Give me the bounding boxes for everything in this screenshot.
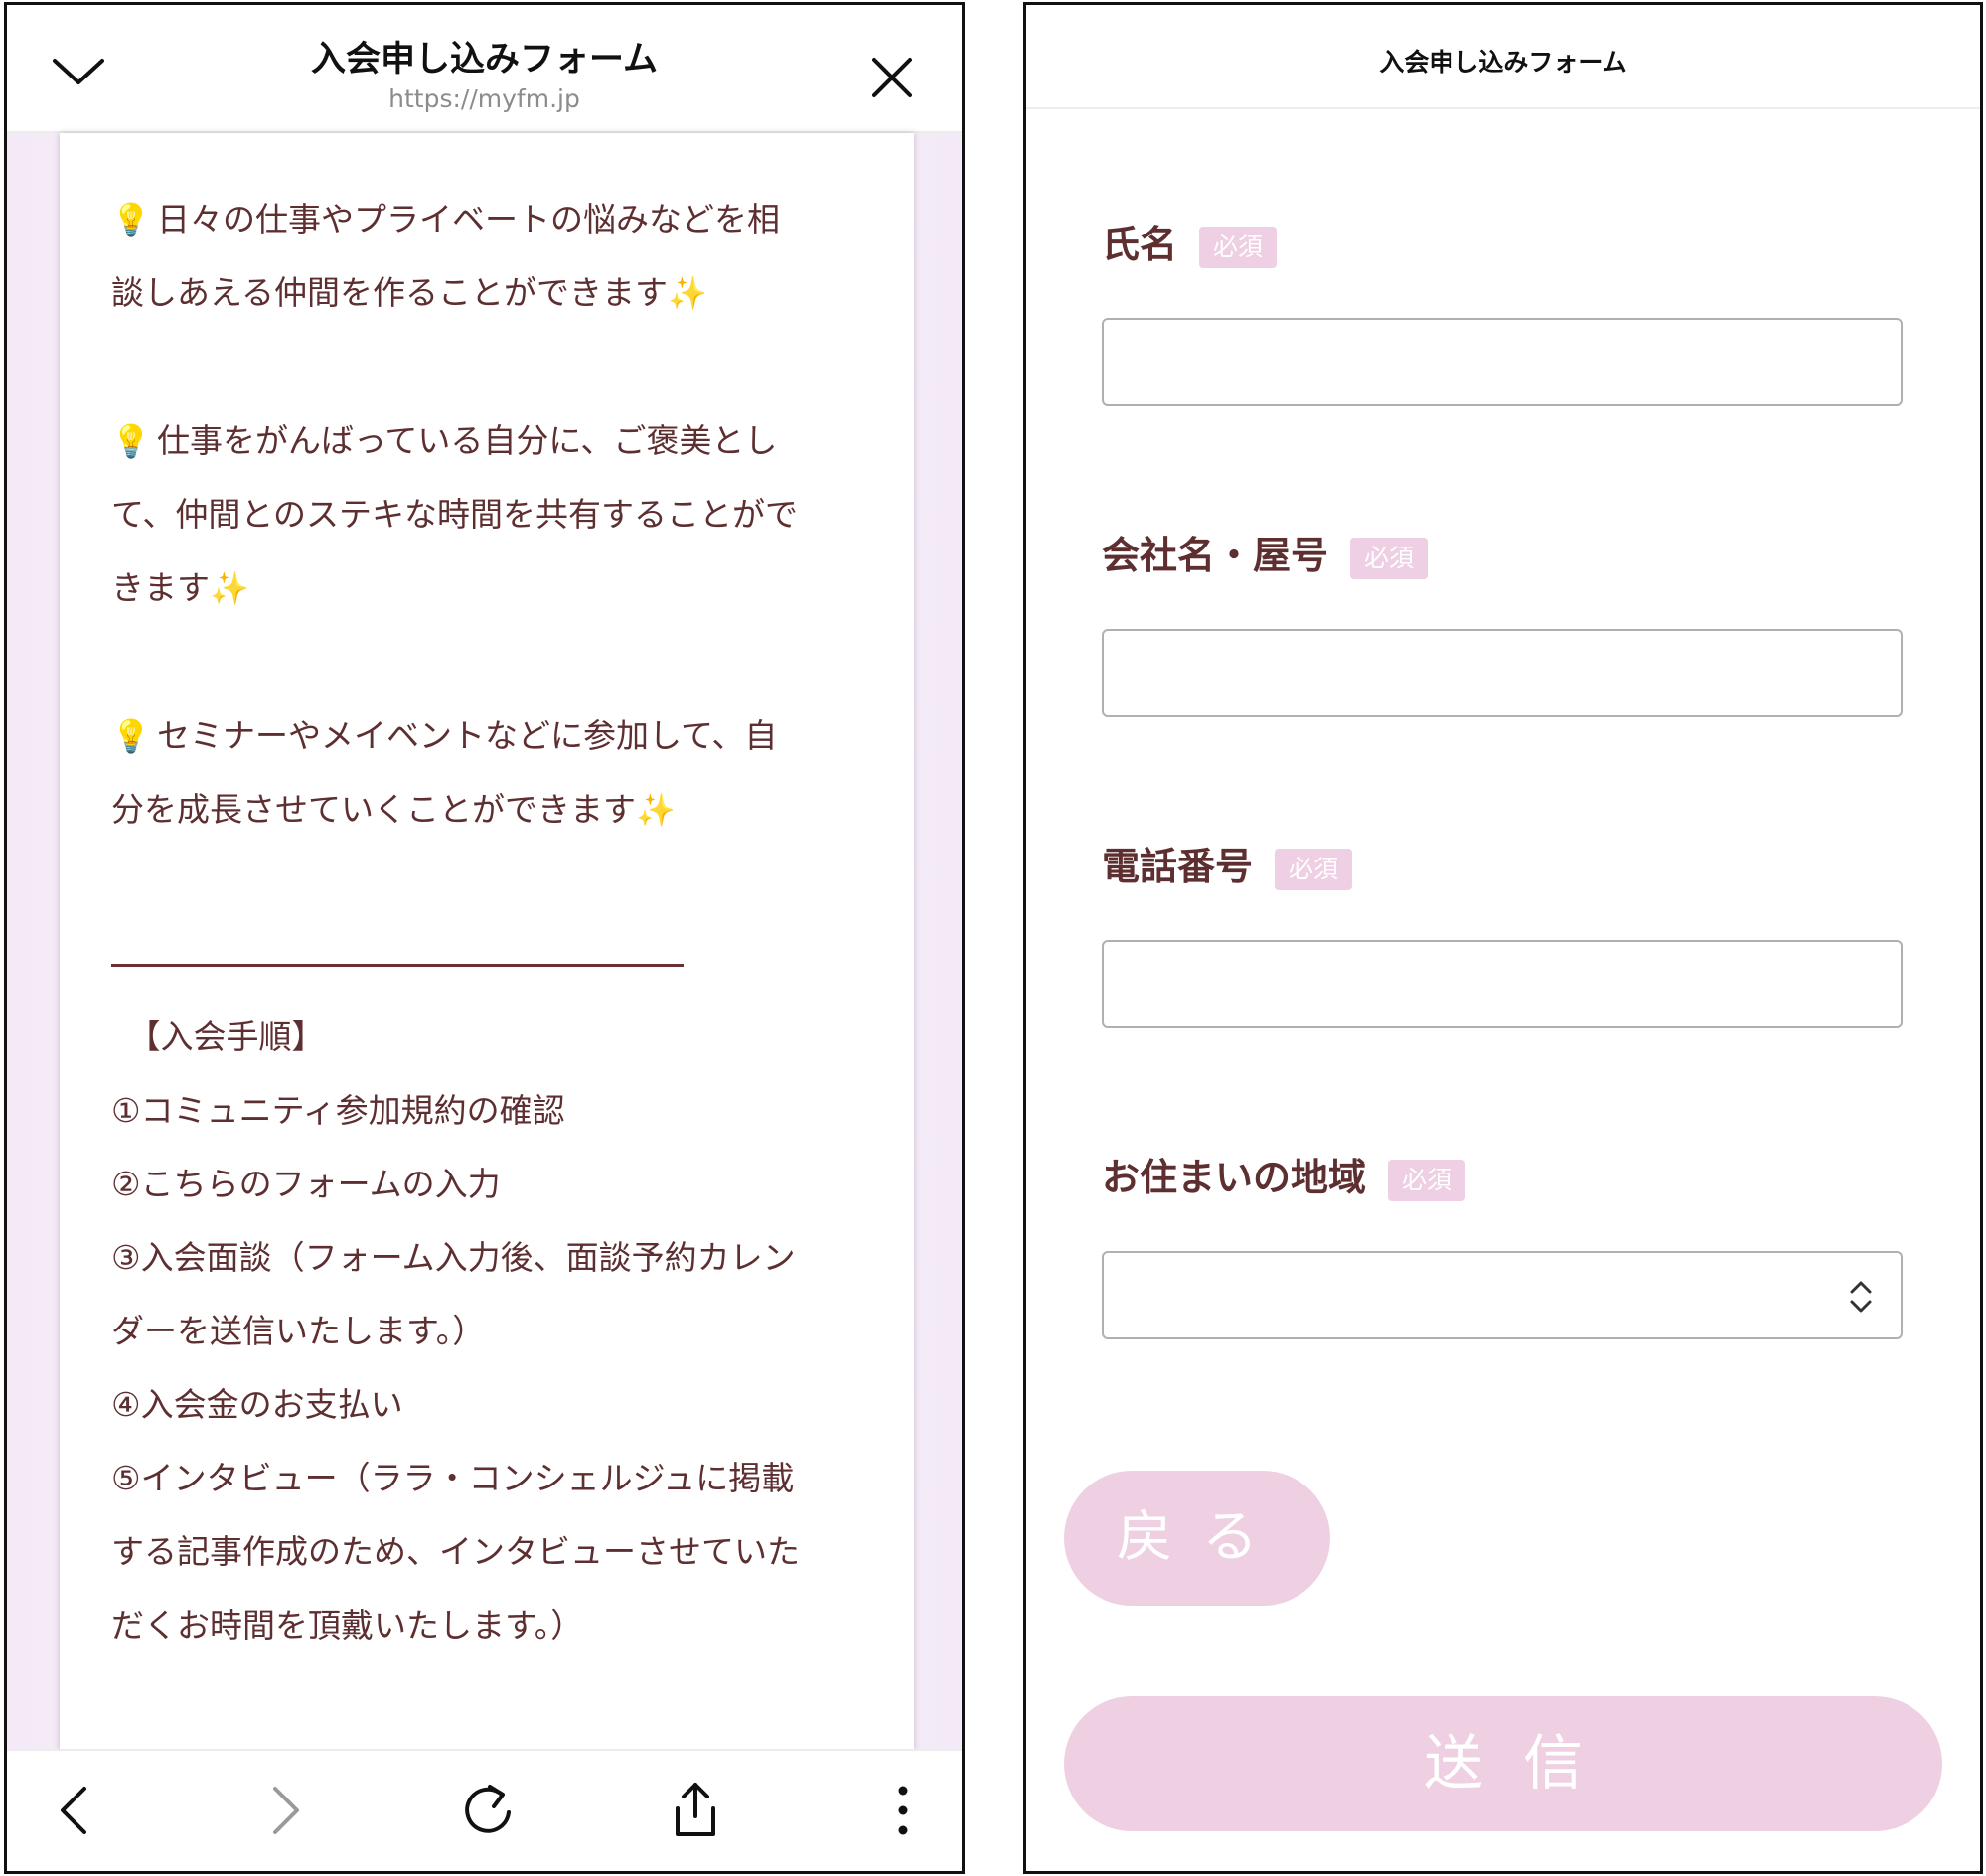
company-input[interactable] — [1102, 629, 1903, 717]
sparkles-icon: ✨ — [668, 274, 707, 312]
benefit-paragraph-3: 💡 セミナーやメイベントなどに参加して、自 分を成長させていくことができます✨ — [111, 700, 896, 847]
step-item: ダーを送信いたします。） — [111, 1312, 486, 1350]
content-card: 💡 日々の仕事やプライベートの悩みなどを相 談しあえる仲間を作ることができます✨ … — [60, 133, 914, 1751]
step-item: ⑤インタビュー（ララ・コンシェルジュに掲載 — [111, 1459, 795, 1497]
steps-list: 【入会手順】 ①コミュニティ参加規約の確認 ②こちらのフォームの入力 ③入会面談… — [111, 1001, 896, 1662]
region-select[interactable] — [1102, 1251, 1903, 1339]
forward-arrow-icon[interactable] — [253, 1781, 313, 1840]
lightbulb-icon: 💡 — [111, 201, 151, 238]
reload-icon[interactable] — [458, 1781, 518, 1840]
browser-header: 入会申し込みフォーム https://myfm.jp — [7, 5, 962, 133]
steps-heading: 【入会手順】 — [111, 1017, 325, 1056]
required-badge: 必須 — [1350, 537, 1429, 579]
name-field-label: 氏名 必須 — [1102, 214, 1278, 268]
lightbulb-icon: 💡 — [111, 422, 151, 460]
phone-field-label: 電話番号 必須 — [1102, 836, 1353, 890]
lightbulb-icon: 💡 — [111, 717, 151, 755]
name-input[interactable] — [1102, 318, 1903, 406]
sparkles-icon: ✨ — [210, 569, 249, 607]
step-item: ④入会金のお支払い — [111, 1385, 403, 1424]
browser-url: https://myfm.jp — [388, 84, 580, 113]
step-item: だくお時間を頂戴いたします。） — [111, 1606, 584, 1644]
browser-page-title: 入会申し込みフォーム — [311, 40, 658, 79]
benefit-paragraph-2: 💡 仕事をがんばっている自分に、ご褒美とし て、仲間とのステキな時間を共有すること… — [111, 404, 896, 625]
section-divider — [111, 964, 684, 967]
phone-input[interactable] — [1102, 940, 1903, 1028]
back-button[interactable]: 戻る — [1064, 1471, 1330, 1606]
more-vertical-icon[interactable] — [873, 1781, 933, 1840]
left-phone-screen: 入会申し込みフォーム https://myfm.jp 💡 日々の仕事やプライベート… — [4, 2, 965, 1874]
benefit-paragraph-1: 💡 日々の仕事やプライベートの悩みなどを相 談しあえる仲間を作ることができます✨ — [111, 183, 896, 330]
select-arrows-icon — [1850, 1281, 1872, 1313]
share-icon[interactable] — [666, 1781, 725, 1840]
required-badge: 必須 — [1199, 226, 1278, 268]
required-badge: 必須 — [1388, 1159, 1466, 1201]
back-arrow-icon[interactable] — [47, 1781, 106, 1840]
page-content-area[interactable]: 💡 日々の仕事やプライベートの悩みなどを相 談しあえる仲間を作ることができます✨ … — [7, 133, 962, 1751]
right-phone-screen: 入会申し込みフォーム 氏名 必須 会社名・屋号 必須 電話番号 必須 お住まいの地域必… — [1023, 2, 1983, 1874]
close-icon[interactable] — [869, 55, 915, 100]
required-badge: 必須 — [1275, 848, 1353, 890]
step-item: ③入会面談（フォーム入力後、面談予約カレン — [111, 1238, 796, 1277]
browser-toolbar — [7, 1749, 962, 1871]
step-item: ②こちらのフォームの入力 — [111, 1165, 501, 1203]
submit-button[interactable]: 送信 — [1064, 1696, 1942, 1831]
form-page-title: 入会申し込みフォーム — [1379, 48, 1627, 77]
step-item: ①コミュニティ参加規約の確認 — [111, 1091, 565, 1130]
form-header: 入会申し込みフォーム — [1026, 5, 1980, 109]
company-field-label: 会社名・屋号 必須 — [1102, 525, 1429, 579]
sparkles-icon: ✨ — [636, 791, 676, 829]
region-field-label: お住まいの地域 必須 — [1102, 1147, 1466, 1201]
step-item: する記事作成のため、インタビューさせていた — [111, 1532, 800, 1571]
